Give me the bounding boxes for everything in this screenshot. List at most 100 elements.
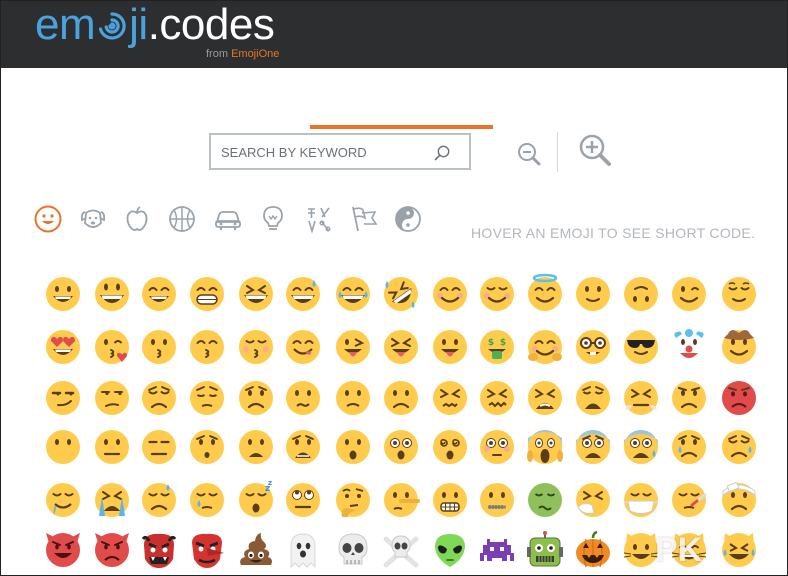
emoji-skull-crossbones[interactable] (382, 531, 420, 569)
emoji-innocent[interactable] (526, 273, 564, 313)
emoji-jack-o-lantern[interactable] (574, 530, 612, 569)
emoji-space-invader[interactable] (478, 531, 516, 569)
emoji-relieved[interactable] (720, 275, 758, 313)
emoji-poop[interactable] (237, 531, 275, 569)
emoji-zipper-mouth[interactable] (478, 481, 516, 519)
emoji-neutral-face[interactable] (93, 428, 131, 466)
sweat-icon (142, 483, 176, 517)
emoji-clown[interactable] (670, 328, 708, 366)
emoji-weary[interactable] (574, 379, 612, 417)
emoji-persevere[interactable] (431, 379, 469, 417)
emoji-mask[interactable] (622, 481, 660, 519)
emoji-anguished[interactable] (284, 428, 322, 466)
emoji-grin[interactable] (188, 275, 226, 313)
emoji-blush[interactable] (431, 275, 469, 313)
emoji-nerd[interactable] (574, 328, 612, 366)
emoji-rolling-eyes[interactable] (284, 481, 322, 519)
emoji-hushed[interactable] (188, 428, 226, 466)
smile-icon (142, 277, 176, 311)
weary-icon (576, 381, 610, 415)
emoji-fearful[interactable] (574, 428, 612, 466)
emoji-cry[interactable] (670, 428, 708, 466)
emoji-japanese-goblin[interactable] (188, 531, 226, 569)
slight-smile-icon (576, 277, 610, 311)
emoji-smiley[interactable] (93, 275, 131, 313)
emoji-grinning[interactable] (44, 275, 82, 313)
emoji-worried[interactable] (237, 379, 275, 417)
emoji-kissing-closed-eyes[interactable] (237, 328, 275, 366)
emoji-frowning[interactable] (237, 428, 275, 466)
emoji-nauseated-face[interactable] (526, 481, 564, 519)
space-invader-icon (480, 539, 514, 561)
emoji-alien[interactable] (431, 531, 469, 569)
emoji-kissing[interactable] (140, 328, 178, 366)
emoji-expressionless[interactable] (140, 428, 178, 466)
emoji-tired-face[interactable] (526, 379, 564, 417)
emoji-no-mouth[interactable] (44, 428, 82, 466)
emoji-smile[interactable] (140, 275, 178, 313)
emoji-upside-down[interactable] (622, 275, 660, 313)
emoji-smiling-imp[interactable] (44, 531, 82, 569)
emoji-thermometer-face[interactable] (670, 481, 708, 519)
emoji-disappointed-relieved[interactable] (720, 428, 758, 466)
emoji-sunglasses[interactable] (622, 328, 660, 366)
emoji-robot[interactable] (526, 531, 564, 569)
stuck-out-tongue-winking-icon (336, 330, 370, 364)
joy-icon (336, 277, 370, 311)
emoji-ghost[interactable] (284, 531, 322, 569)
emoji-joy[interactable] (334, 275, 372, 313)
emoji-slight-frown[interactable] (334, 379, 372, 417)
alien-icon (435, 534, 465, 567)
emoji-smirk[interactable] (44, 379, 82, 417)
emoji-sleeping[interactable]: zz (237, 479, 275, 519)
emoji-kissing-smiling-eyes[interactable] (188, 328, 226, 366)
emoji-sweat[interactable] (140, 481, 178, 519)
emoji-rage[interactable] (720, 379, 758, 417)
emoji-sweat-smile[interactable] (284, 275, 322, 313)
emoji-triumph[interactable] (622, 379, 660, 417)
emoji-yum[interactable] (284, 328, 322, 366)
emoji-sob[interactable] (93, 481, 131, 519)
emoji-frowning2[interactable] (382, 379, 420, 417)
emoji-relaxed[interactable] (478, 275, 516, 313)
emoji-wink[interactable] (670, 275, 708, 313)
emoji-laughing[interactable] (237, 275, 275, 313)
emoji-disappointed[interactable] (140, 379, 178, 417)
emoji-unamused[interactable] (93, 379, 131, 417)
emoji-stuck-out-tongue-closed-eyes[interactable] (382, 328, 420, 366)
emoji-scream[interactable] (526, 428, 564, 466)
rofl-icon (384, 277, 418, 311)
emoji-dizzy-face[interactable] (431, 428, 469, 466)
stuck-out-tongue-icon (433, 330, 467, 364)
emoji-flushed[interactable] (478, 428, 516, 466)
emoji-cold-sweat[interactable] (622, 428, 660, 466)
emoji-joy-cat[interactable] (720, 531, 758, 569)
emoji-slight-smile[interactable] (574, 275, 612, 313)
emoji-stuck-out-tongue[interactable] (431, 328, 469, 366)
emoji-angry[interactable] (670, 379, 708, 417)
emoji-astonished[interactable] (382, 428, 420, 466)
emoji-grimacing[interactable] (431, 481, 469, 519)
emoji-stuck-out-tongue-winking[interactable] (334, 328, 372, 366)
emoji-kissing-heart[interactable] (93, 328, 131, 366)
emoji-confused[interactable] (284, 379, 322, 417)
emoji-confounded[interactable] (478, 379, 516, 417)
emoji-thinking[interactable] (334, 481, 372, 519)
svg-text:$: $ (488, 338, 494, 348)
emoji-drooling-face[interactable] (44, 481, 82, 519)
emoji-sneezing-face[interactable] (574, 481, 612, 519)
emoji-head-bandage[interactable] (720, 481, 758, 519)
emoji-cowboy[interactable] (720, 328, 758, 366)
emoji-sleepy[interactable] (188, 481, 226, 519)
emoji-japanese-ogre[interactable] (140, 531, 178, 569)
emoji-money-mouth[interactable]: $ $ (478, 328, 516, 366)
emoji-heart-eyes[interactable] (44, 328, 82, 366)
emoji-lying-face[interactable] (382, 481, 420, 519)
emoji-open-mouth[interactable] (334, 428, 372, 466)
emoji-skull[interactable] (334, 531, 372, 569)
emoji-hugging[interactable] (526, 328, 564, 366)
emoji-rofl[interactable] (382, 275, 420, 313)
watermark-logo: PK (655, 531, 703, 569)
emoji-imp[interactable] (93, 531, 131, 569)
emoji-pensive[interactable] (188, 379, 226, 417)
